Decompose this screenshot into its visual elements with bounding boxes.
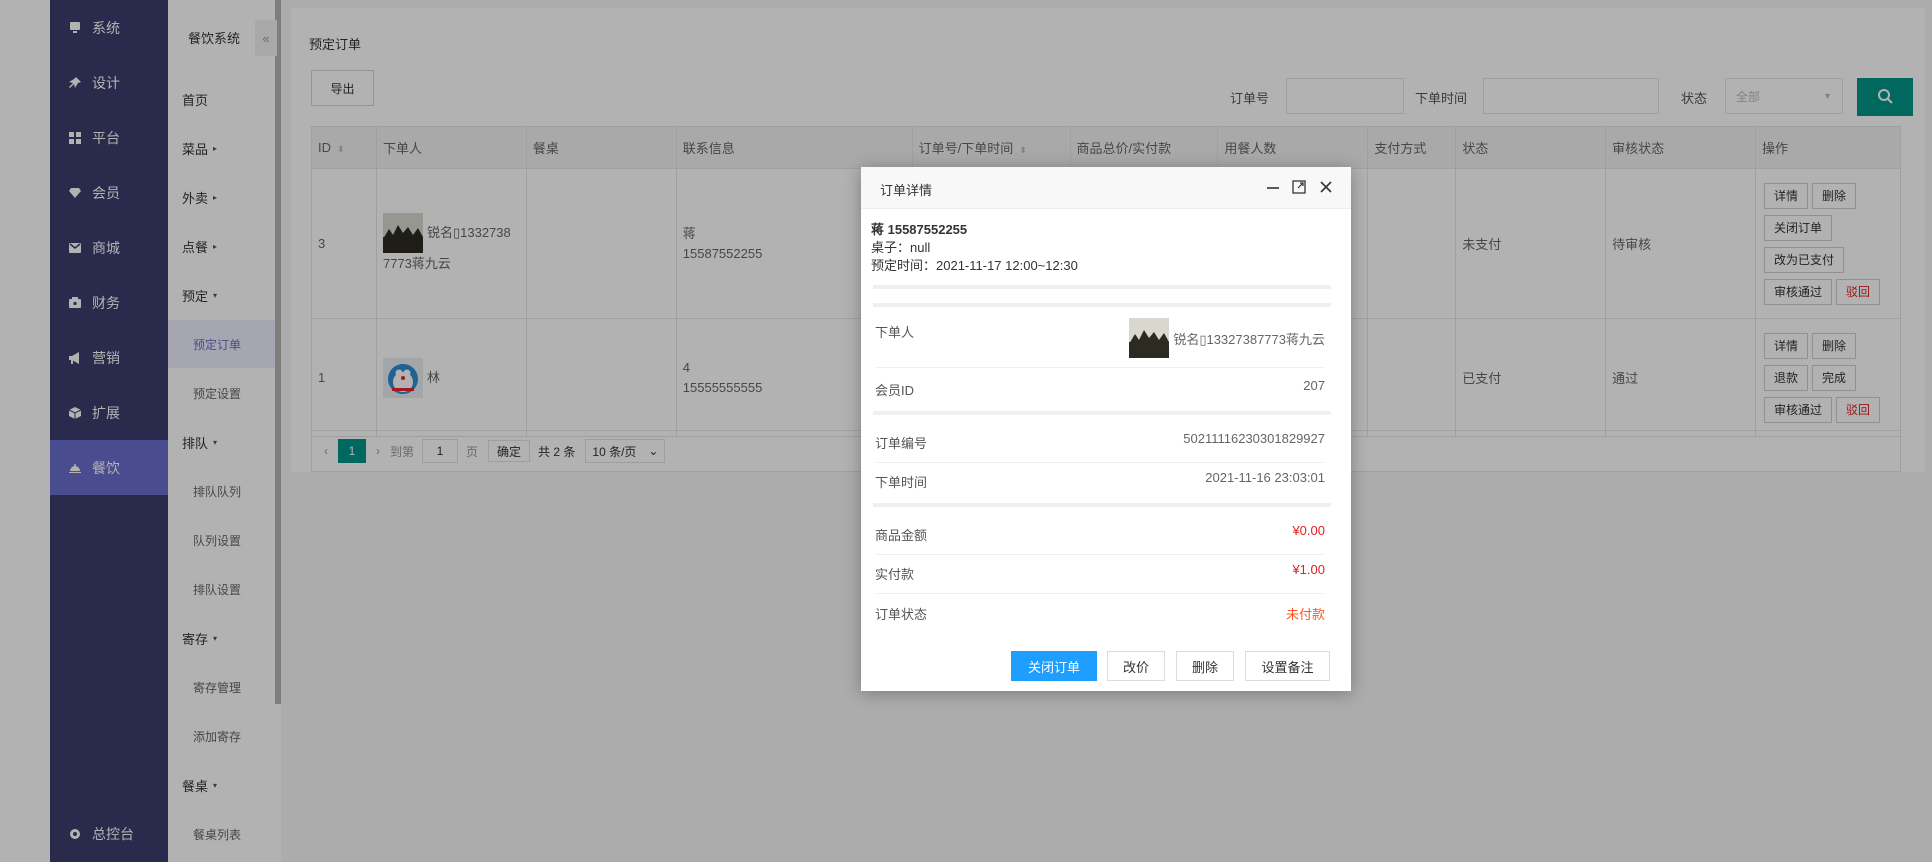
divider [873,411,1331,415]
order-no-row: 订单编号 50211116230301829927 [875,431,1325,463]
member-id-row: 会员ID 207 [875,378,1325,406]
app-window: 系统 设计 平台 会员 商城 财务 营销 扩展 餐饮 总控台 餐饮系统 首页 菜… [0,0,1932,862]
contact-line: 蒋 15587552255 [871,222,968,237]
divider [873,503,1331,507]
member-id-label: 会员ID [875,383,915,398]
modal-title: 订单详情 [880,183,933,198]
order-status-value: 未付款 [1285,607,1325,622]
close-order-button[interactable]: 关闭订单 [1011,651,1097,681]
order-time-value: 2021-11-16 23:03:01 [1205,470,1325,485]
divider [873,303,1331,307]
divider [873,285,1331,289]
order-detail-modal: 订单详情 蒋 15587552255 桌子：null 预定时间：2021-11-… [861,167,1351,691]
order-time-row: 下单时间 2021-11-16 23:03:01 [875,470,1325,498]
table-line: 桌子：null [871,240,931,255]
paid-row: 实付款 ¥1.00 [875,562,1325,594]
member-id-value: 207 [1303,378,1325,393]
delete-button[interactable]: 删除 [1176,651,1234,681]
close-icon[interactable] [1317,178,1335,196]
buyer-label: 下单人 [875,325,915,340]
buyer-value: 锐名▯13327387773蒋九云 [1173,331,1325,347]
change-price-button[interactable]: 改价 [1107,651,1165,681]
reservation-info: 蒋 15587552255 桌子：null 预定时间：2021-11-17 12… [871,221,1078,275]
order-no-label: 订单编号 [875,436,928,451]
set-remark-button[interactable]: 设置备注 [1245,651,1330,681]
goods-amount-label: 商品金额 [875,528,928,543]
buyer-value-wrap: 锐名▯13327387773蒋九云 [1129,318,1325,358]
paid-value: ¥1.00 [1292,562,1325,577]
buyer-row: 下单人 锐名▯13327387773蒋九云 [875,318,1325,368]
order-status-label: 订单状态 [875,607,928,622]
order-no-value: 50211116230301829927 [1183,431,1325,446]
minimize-icon[interactable] [1264,178,1282,196]
goods-amount-value: ¥0.00 [1292,523,1325,538]
modal-header[interactable]: 订单详情 [861,167,1351,209]
maximize-icon[interactable] [1290,178,1308,196]
avatar [1129,318,1170,358]
order-time-label: 下单时间 [875,475,928,490]
reserve-time-line: 预定时间：2021-11-17 12:00~12:30 [871,258,1078,273]
order-status-row: 订单状态 未付款 [875,604,1325,630]
paid-label: 实付款 [875,567,915,582]
goods-amount-row: 商品金额 ¥0.00 [875,523,1325,555]
